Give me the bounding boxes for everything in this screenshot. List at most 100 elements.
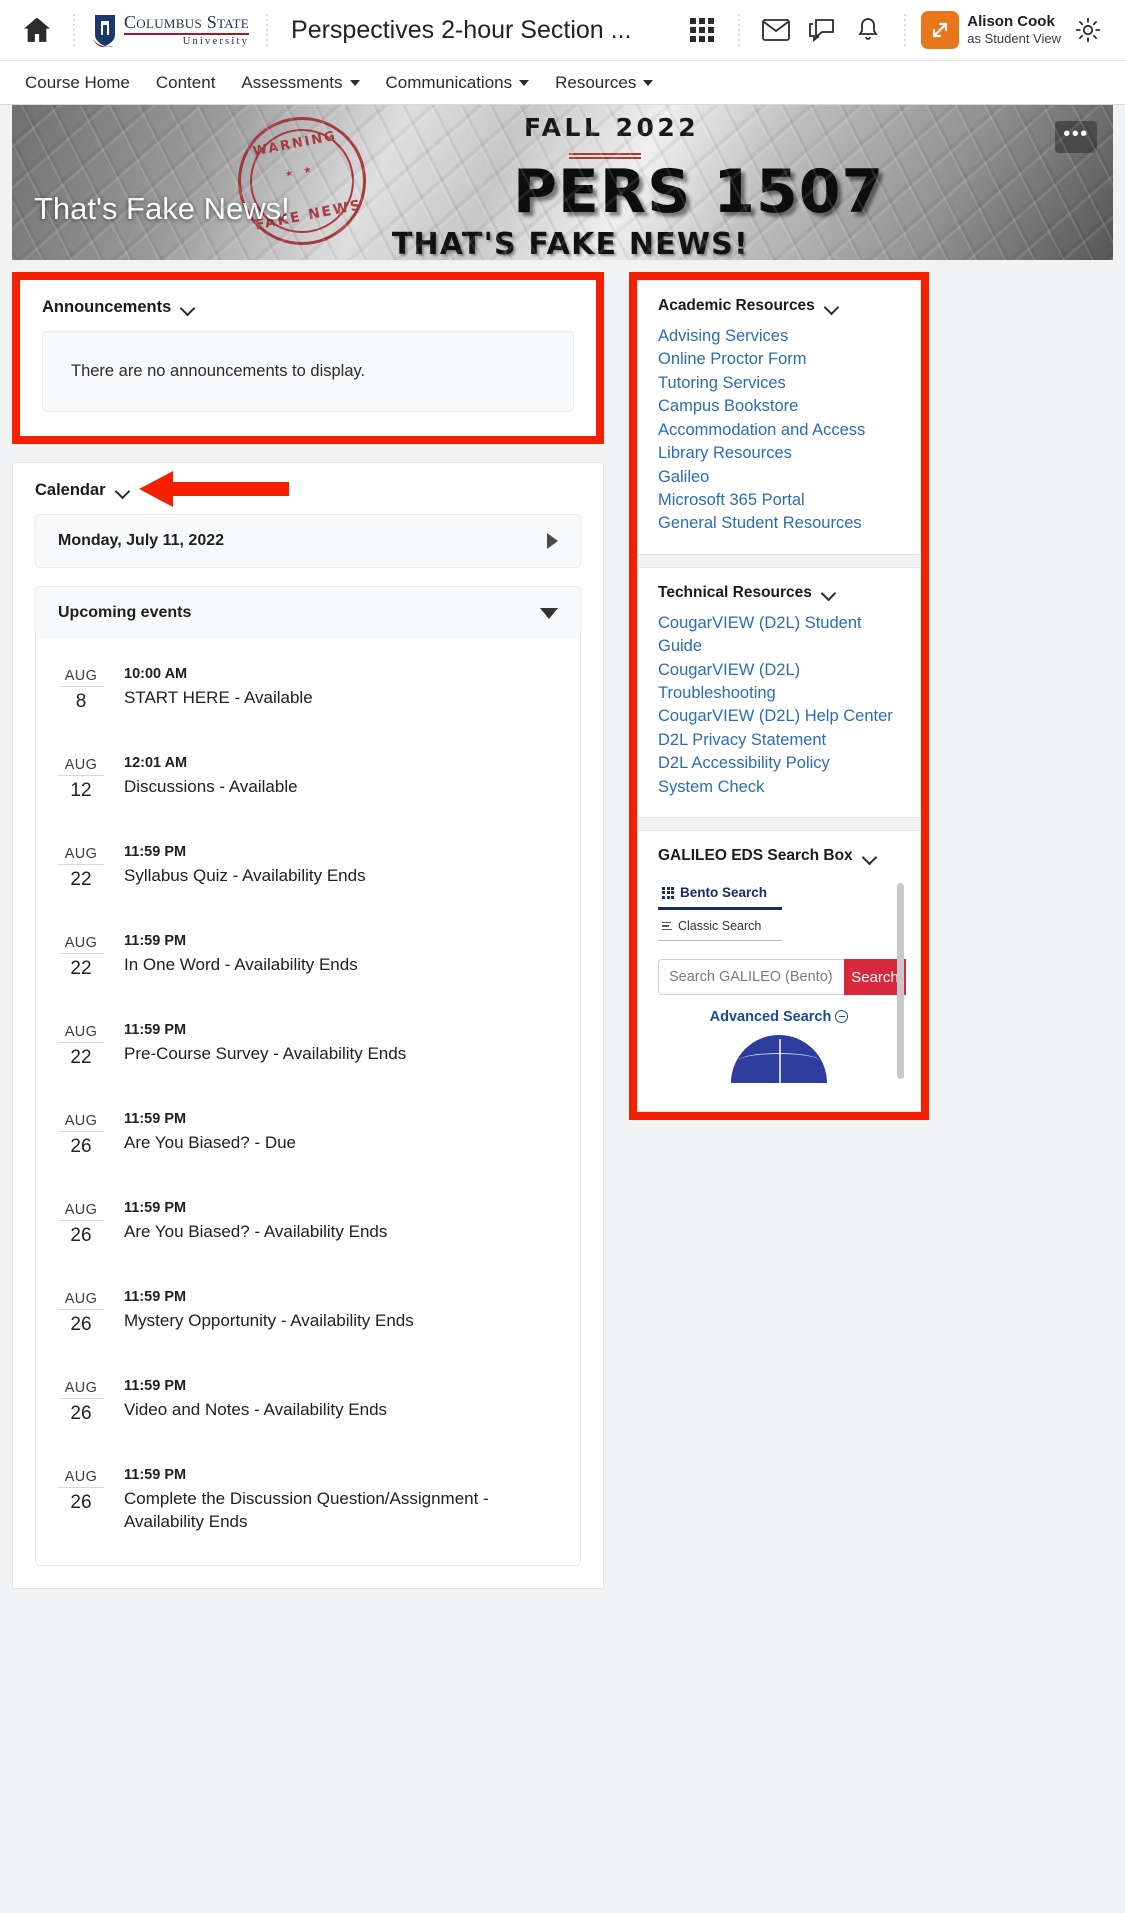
event-day: 26 — [70, 1225, 92, 1246]
scrollbar[interactable] — [897, 883, 904, 1080]
nav-item-resources[interactable]: Resources — [542, 67, 666, 99]
chevron-down-icon — [643, 79, 654, 86]
link-cougarview-help-center[interactable]: CougarVIEW (D2L) Help Center — [658, 705, 900, 728]
event-title[interactable]: Video and Notes - Availability Ends — [124, 1399, 558, 1422]
event-title[interactable]: Discussions - Available — [124, 776, 558, 799]
gear-icon[interactable] — [1065, 8, 1111, 52]
event-title[interactable]: In One Word - Availability Ends — [124, 954, 558, 977]
tab-classic-search[interactable]: Classic Search — [658, 910, 782, 942]
tab-bento-search[interactable]: Bento Search — [658, 881, 782, 911]
email-icon[interactable] — [753, 8, 799, 52]
list-item[interactable]: AUG 26 11:59 PM Complete the Discussion … — [36, 1446, 580, 1555]
link-galileo[interactable]: Galileo — [658, 466, 900, 489]
list-item[interactable]: AUG 22 11:59 PM Pre-Course Survey - Avai… — [36, 1001, 580, 1090]
chevron-down-icon[interactable] — [863, 852, 877, 861]
nav-item-assessments[interactable]: Assessments — [228, 67, 372, 99]
event-title[interactable]: Complete the Discussion Question/Assignm… — [124, 1488, 558, 1534]
nav-item-communications[interactable]: Communications — [373, 67, 543, 99]
event-day: 22 — [70, 869, 92, 890]
user-menu[interactable]: Alison Cook as Student View — [921, 11, 1061, 49]
event-month: AUG — [58, 757, 104, 776]
chevron-down-icon[interactable] — [116, 486, 130, 495]
list-item[interactable]: AUG 12 12:01 AM Discussions - Available — [36, 734, 580, 823]
event-body: 11:59 PM In One Word - Availability Ends — [124, 933, 558, 980]
list-item[interactable]: AUG 26 11:59 PM Are You Biased? - Availa… — [36, 1179, 580, 1268]
event-time: 12:01 AM — [124, 755, 188, 771]
event-body: 11:59 PM Are You Biased? - Availability … — [124, 1200, 558, 1247]
link-d2l-privacy-statement[interactable]: D2L Privacy Statement — [658, 729, 900, 752]
chevron-down-icon[interactable] — [181, 303, 195, 312]
chevron-down-icon[interactable] — [825, 302, 839, 311]
columbus-state-university-logo[interactable]: Columbus State University — [92, 12, 250, 48]
list-item[interactable]: AUG 22 11:59 PM In One Word - Availabili… — [36, 912, 580, 1001]
link-online-proctor-form[interactable]: Online Proctor Form — [658, 348, 900, 371]
search-input[interactable]: Search GALILEO (Bento) — [658, 959, 844, 996]
event-title[interactable]: Pre-Course Survey - Availability Ends — [124, 1043, 558, 1066]
event-month: AUG — [58, 935, 104, 954]
event-month: AUG — [58, 846, 104, 865]
event-title[interactable]: Syllabus Quiz - Availability Ends — [124, 865, 558, 888]
event-date: AUG 26 — [58, 1378, 104, 1425]
list-item[interactable]: AUG 22 11:59 PM Syllabus Quiz - Availabi… — [36, 823, 580, 912]
avatar — [921, 11, 960, 49]
event-month: AUG — [58, 1024, 104, 1043]
upcoming-events-header[interactable]: Upcoming events — [35, 586, 581, 639]
link-cougarview-troubleshooting[interactable]: CougarVIEW (D2L) Troubleshooting — [658, 659, 900, 706]
event-day: 26 — [70, 1136, 92, 1157]
list-item[interactable]: AUG 26 11:59 PM Are You Biased? - Due — [36, 1090, 580, 1179]
calendar-date-row[interactable]: Monday, July 11, 2022 — [35, 514, 581, 568]
list-item[interactable]: AUG 26 11:59 PM Mystery Opportunity - Av… — [36, 1268, 580, 1357]
link-tutoring-services[interactable]: Tutoring Services — [658, 372, 900, 395]
academic-resources-header: Academic Resources — [638, 281, 920, 325]
event-title[interactable]: Mystery Opportunity - Availability Ends — [124, 1310, 558, 1333]
event-time: 11:59 PM — [124, 1111, 187, 1127]
event-title[interactable]: START HERE - Available — [124, 687, 558, 710]
list-item[interactable]: AUG 8 10:00 AM START HERE - Available — [36, 645, 580, 734]
fake-news-stamp-icon: WARNING ★ ★ FAKE NEWS — [226, 105, 377, 257]
nav-item-course-home[interactable]: Course Home — [12, 67, 143, 99]
technical-resources-title: Technical Resources — [658, 583, 812, 601]
link-library-resources[interactable]: Library Resources — [658, 442, 900, 465]
messages-icon[interactable] — [799, 8, 845, 52]
logo-rule — [124, 33, 250, 35]
top-navigation-bar: Columbus State University Perspectives 2… — [0, 0, 1125, 60]
calendar-header: Calendar — [13, 463, 603, 514]
link-advising-services[interactable]: Advising Services — [658, 325, 900, 348]
link-campus-bookstore[interactable]: Campus Bookstore — [658, 395, 900, 418]
chevron-right-icon[interactable] — [547, 533, 558, 549]
chevron-down-icon[interactable] — [822, 588, 836, 597]
announcements-empty-message: There are no announcements to display. — [42, 331, 574, 412]
event-time: 10:00 AM — [124, 666, 188, 682]
left-column: Announcements There are no announcements… — [12, 272, 604, 1589]
academic-resources-title: Academic Resources — [658, 297, 815, 314]
event-title[interactable]: Are You Biased? - Due — [124, 1132, 558, 1155]
triangle-down-icon[interactable] — [540, 607, 558, 619]
advanced-search-link[interactable]: Advanced Search — [652, 1009, 906, 1025]
link-accommodation-and-access[interactable]: Accommodation and Access — [658, 419, 900, 442]
logo-line-2: University — [182, 35, 250, 47]
nav-item-content[interactable]: Content — [143, 67, 229, 99]
shield-icon — [92, 13, 118, 48]
banner-tagline: THAT'S FAKE NEWS! — [391, 227, 749, 260]
link-general-student-resources[interactable]: General Student Resources — [658, 512, 900, 535]
link-microsoft-365-portal[interactable]: Microsoft 365 Portal — [658, 489, 900, 512]
event-time: 11:59 PM — [124, 1467, 187, 1483]
event-body: 11:59 PM Syllabus Quiz - Availability En… — [124, 844, 558, 891]
notifications-bell-icon[interactable] — [845, 8, 891, 52]
list-item[interactable]: AUG 26 11:59 PM Video and Notes - Availa… — [36, 1357, 580, 1446]
link-cougarview-student-guide[interactable]: CougarVIEW (D2L) Student Guide — [658, 612, 900, 659]
home-icon[interactable] — [14, 8, 60, 52]
logo-line-1: Columbus State — [124, 12, 250, 32]
link-system-check[interactable]: System Check — [658, 776, 900, 799]
course-title[interactable]: Perspectives 2-hour Section ... — [291, 16, 631, 45]
course-selector-icon[interactable] — [679, 8, 725, 52]
event-day: 26 — [70, 1314, 92, 1335]
nav-label: Resources — [555, 72, 637, 92]
banner-more-options-button[interactable]: ••• — [1055, 121, 1097, 153]
galileo-globe-logo — [731, 1035, 827, 1084]
event-time: 11:59 PM — [124, 1289, 187, 1305]
link-d2l-accessibility-policy[interactable]: D2L Accessibility Policy — [658, 752, 900, 775]
banner-course-code: PERS 1507 — [512, 157, 885, 227]
event-title[interactable]: Are You Biased? - Availability Ends — [124, 1221, 558, 1244]
grid-icon — [662, 886, 674, 899]
